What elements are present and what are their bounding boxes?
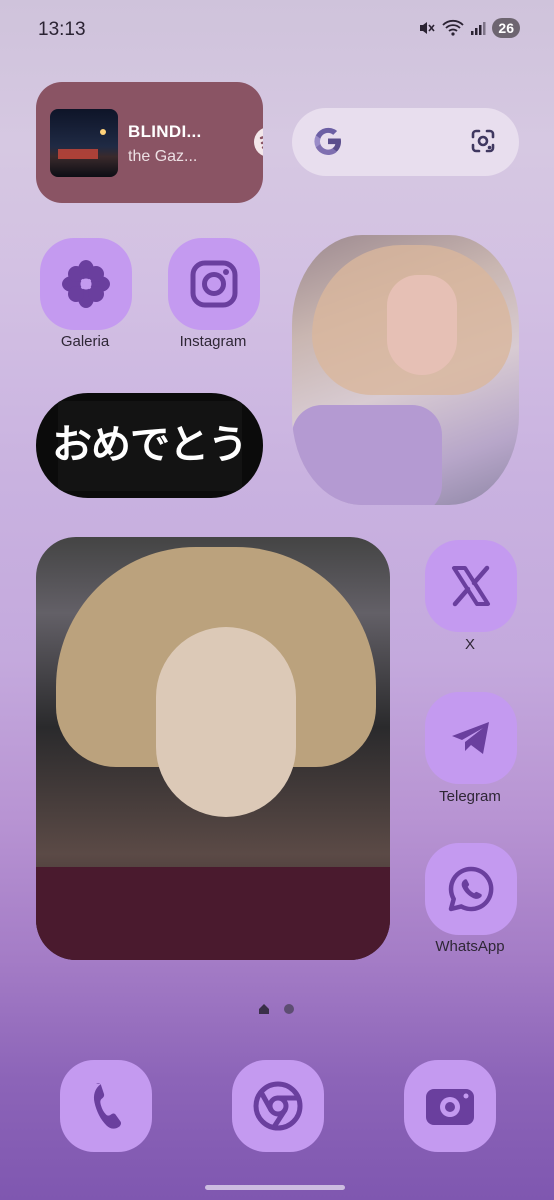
app-x[interactable] <box>425 540 517 632</box>
phone-icon <box>93 1083 122 1129</box>
app-telegram[interactable] <box>425 692 517 784</box>
photo-widget-large[interactable] <box>36 537 390 960</box>
mute-icon <box>420 22 436 34</box>
wifi-icon <box>442 19 465 36</box>
home-page-icon <box>259 1004 269 1014</box>
app-label-galeria: Galeria <box>60 333 110 350</box>
gesture-nav-handle[interactable] <box>205 1185 345 1190</box>
telegram-icon <box>452 722 489 754</box>
app-label-telegram: Telegram <box>439 788 501 805</box>
spotify-icon[interactable] <box>252 125 263 159</box>
chrome-icon <box>253 1081 303 1131</box>
track-title: BLINDI... <box>128 122 202 141</box>
app-whatsapp[interactable] <box>425 843 517 935</box>
google-g-icon <box>314 127 341 155</box>
music-widget[interactable]: BLINDI... the Gaz... <box>36 82 263 203</box>
album-art <box>50 109 118 177</box>
app-label-x: X <box>464 636 475 653</box>
signal-icon <box>471 22 486 35</box>
sticker-widget[interactable]: おめでとう <box>36 393 263 498</box>
camera-icon <box>426 1089 474 1125</box>
battery-indicator: 26 <box>492 18 520 38</box>
sticker-text: おめでとう <box>52 422 248 468</box>
app-label-instagram: Instagram <box>179 333 247 350</box>
page-dot <box>284 1004 294 1014</box>
dock-camera[interactable] <box>404 1060 496 1152</box>
status-bar: 13:13 26 <box>0 0 554 60</box>
app-label-whatsapp: WhatsApp <box>435 938 505 955</box>
google-search-widget[interactable] <box>292 108 519 176</box>
google-lens-icon[interactable] <box>468 126 498 156</box>
photo-widget-portrait[interactable] <box>292 235 519 505</box>
whatsapp-icon <box>448 866 494 912</box>
status-time: 13:13 <box>38 19 86 40</box>
dock-phone[interactable] <box>60 1060 152 1152</box>
instagram-icon <box>190 260 238 308</box>
x-icon <box>452 565 490 607</box>
dock-chrome[interactable] <box>232 1060 324 1152</box>
app-galeria[interactable] <box>40 238 132 330</box>
track-artist: the Gaz... <box>128 148 198 165</box>
app-instagram[interactable] <box>168 238 260 330</box>
flower-icon <box>62 260 110 308</box>
status-icons: 26 <box>418 18 520 38</box>
page-indicator[interactable] <box>258 1003 294 1015</box>
